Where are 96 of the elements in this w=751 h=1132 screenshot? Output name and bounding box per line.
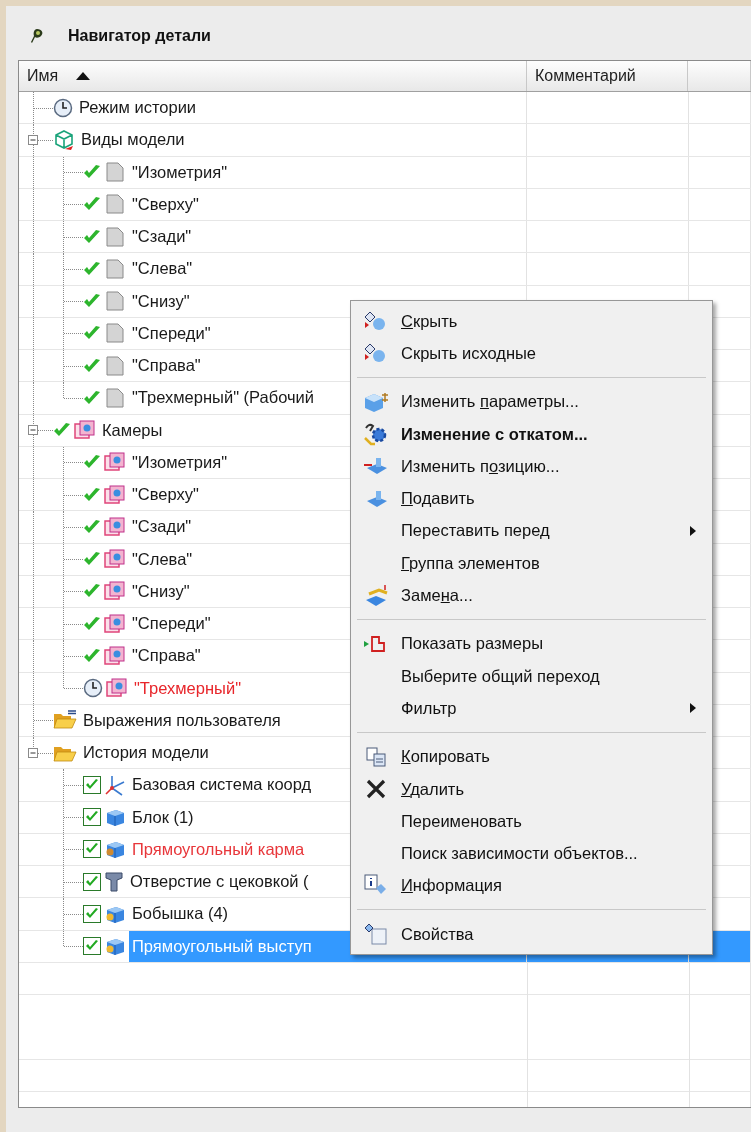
copy-icon bbox=[365, 745, 387, 768]
camera-icon bbox=[104, 548, 126, 571]
axes-icon bbox=[104, 773, 126, 796]
menu-item[interactable]: Изменение с откатом... bbox=[353, 417, 710, 451]
sheet-icon bbox=[104, 322, 126, 345]
gear-icon bbox=[363, 422, 389, 447]
bolt-icon bbox=[104, 870, 124, 893]
sheet-icon bbox=[104, 193, 126, 216]
tree-item[interactable]: "Изометрия" bbox=[129, 156, 230, 188]
check-icon[interactable] bbox=[83, 228, 101, 245]
check-icon[interactable] bbox=[83, 389, 101, 406]
box-icon bbox=[363, 390, 389, 413]
tree-item[interactable]: "Снизу" bbox=[129, 575, 193, 607]
collapse-toggle[interactable] bbox=[28, 425, 38, 436]
tree-item[interactable]: Бобышка (4) bbox=[129, 898, 232, 930]
tree-item[interactable]: "Снизу" bbox=[129, 285, 193, 317]
menu-item[interactable]: Переименовать bbox=[353, 805, 710, 838]
check-icon[interactable] bbox=[83, 357, 101, 374]
sheet-icon bbox=[104, 161, 126, 184]
sheet-icon bbox=[104, 386, 126, 409]
tree-item[interactable]: "Трехмерный" bbox=[131, 672, 244, 704]
checkbox[interactable] bbox=[83, 904, 101, 923]
tree-item[interactable]: Выражения пользователя bbox=[80, 704, 284, 736]
menu-item[interactable]: Копировать bbox=[353, 740, 710, 773]
tree-item[interactable]: "Слева" bbox=[129, 543, 196, 575]
menu-item[interactable]: Группа элементов bbox=[353, 547, 710, 580]
tree-item[interactable]: "Справа" bbox=[129, 350, 204, 382]
menu-item[interactable]: Фильтр bbox=[353, 692, 710, 725]
tree-item[interactable]: Виды модели bbox=[78, 124, 188, 156]
tree-item[interactable]: "Сверху" bbox=[129, 188, 202, 220]
checkbox[interactable] bbox=[83, 872, 101, 891]
submenu-arrow-icon bbox=[690, 525, 696, 536]
tree-item[interactable]: Отверстие с цековкой ( bbox=[127, 866, 312, 898]
tree-item[interactable]: Камеры bbox=[99, 414, 166, 446]
menu-item[interactable]: Замена... bbox=[353, 579, 710, 612]
menu-item[interactable]: Скрыть исходные bbox=[353, 337, 710, 370]
properties-icon bbox=[364, 922, 388, 947]
tree-item[interactable]: "Сверху" bbox=[129, 479, 202, 511]
navigator-icon bbox=[30, 28, 44, 44]
menu-item[interactable]: Показать размеры bbox=[353, 627, 710, 660]
tree-item[interactable]: "Изометрия" bbox=[129, 446, 230, 478]
checkbox[interactable] bbox=[83, 775, 101, 794]
tree-item[interactable]: "Слева" bbox=[129, 253, 196, 285]
checkbox[interactable] bbox=[83, 937, 101, 956]
checkbox[interactable] bbox=[83, 808, 101, 827]
check-icon[interactable] bbox=[83, 647, 101, 664]
tree-item[interactable]: История модели bbox=[80, 737, 212, 769]
clock-icon bbox=[83, 678, 103, 699]
check-icon[interactable] bbox=[83, 260, 101, 277]
menu-item[interactable]: Скрыть bbox=[353, 305, 710, 338]
camera-icon bbox=[104, 515, 126, 538]
menu-item[interactable]: Удалить bbox=[353, 772, 710, 806]
checkbox[interactable] bbox=[83, 840, 101, 859]
menu-item[interactable]: Переставить перед bbox=[353, 514, 710, 548]
sheet-icon bbox=[104, 290, 126, 313]
submenu-arrow-icon bbox=[690, 703, 696, 714]
column-header[interactable]: Имя bbox=[19, 61, 527, 91]
collapse-toggle[interactable] bbox=[28, 134, 38, 145]
panel-title: Навигатор детали bbox=[68, 27, 211, 45]
check-icon[interactable] bbox=[83, 615, 101, 632]
tree-item[interactable]: Режим истории bbox=[76, 92, 200, 124]
shapes-icon bbox=[364, 342, 388, 365]
camera-icon bbox=[104, 451, 126, 474]
tree-item[interactable]: Прямоугольный карма bbox=[129, 833, 308, 865]
close-icon bbox=[365, 778, 387, 800]
tree-item[interactable]: Блок (1) bbox=[129, 801, 197, 833]
shapes-icon bbox=[364, 310, 388, 333]
sheet-icon bbox=[104, 354, 126, 377]
tree-item[interactable]: "Сзади" bbox=[129, 221, 195, 253]
camera-icon bbox=[106, 677, 128, 700]
tree-item[interactable]: "Справа" bbox=[129, 640, 204, 672]
tree-item[interactable]: Базовая система коорд bbox=[129, 769, 315, 801]
tree-item[interactable]: "Спереди" bbox=[129, 317, 214, 349]
tree-item[interactable]: "Трехмерный" (Рабочий bbox=[129, 382, 317, 414]
folder-icon bbox=[53, 710, 77, 731]
camera-icon bbox=[104, 612, 126, 635]
menu-item[interactable]: Информация bbox=[353, 869, 710, 903]
tree-item[interactable]: "Спереди" bbox=[129, 608, 214, 640]
camera-icon bbox=[74, 419, 96, 442]
tree-item[interactable]: "Сзади" bbox=[129, 511, 195, 543]
menu-item[interactable]: Подавить bbox=[353, 482, 710, 515]
check-icon[interactable] bbox=[83, 518, 101, 535]
cube-icon bbox=[53, 128, 75, 151]
camera-icon bbox=[104, 580, 126, 603]
menu-item[interactable]: Изменить позицию... bbox=[353, 450, 710, 483]
menu-item[interactable]: Изменить параметры... bbox=[353, 385, 710, 418]
clock-icon bbox=[53, 97, 73, 118]
sheet-icon bbox=[104, 225, 126, 248]
menu-item[interactable]: Поиск зависимости объектов... bbox=[353, 837, 710, 870]
camera-icon bbox=[104, 483, 126, 506]
camera-icon bbox=[104, 644, 126, 667]
column-header[interactable]: Комментарий bbox=[527, 61, 688, 91]
collapse-toggle[interactable] bbox=[28, 747, 38, 758]
sheet-icon bbox=[104, 257, 126, 280]
check-icon[interactable] bbox=[83, 486, 101, 503]
menu-item[interactable]: Выберите общий переход bbox=[353, 659, 710, 693]
